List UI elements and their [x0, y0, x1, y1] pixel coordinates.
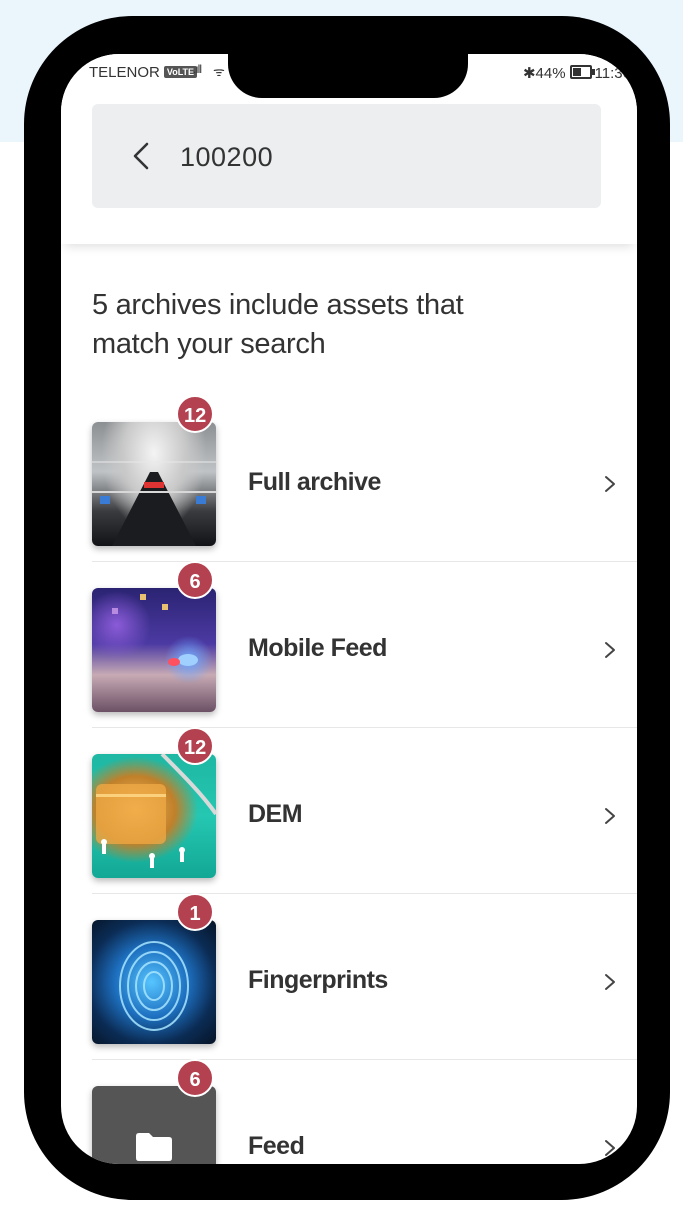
search-bar[interactable]: 100200 [92, 104, 601, 208]
status-right: ✱44% 11:36 [523, 64, 631, 82]
archive-name: Feed [248, 1132, 305, 1160]
battery-icon [569, 65, 595, 79]
wifi-icon: ᯤ [213, 64, 225, 79]
archive-row-feed[interactable]: 6 Feed [92, 1059, 637, 1164]
phone-notch [228, 46, 468, 98]
honey-jar-image [96, 754, 216, 868]
app-screen: TELENOR VoLTE .ıll ᯤ ✱44% 11:36 100200 5 a… [61, 54, 637, 1164]
night-city-lights-image [112, 594, 198, 666]
back-arrow-icon[interactable] [122, 136, 162, 176]
asset-count-badge: 1 [176, 893, 214, 931]
archive-name: DEM [248, 800, 303, 828]
archive-thumbnail [92, 422, 216, 546]
archive-thumbnail [92, 588, 216, 712]
results-title-text: 5 archives include assets that match you… [92, 289, 464, 360]
archive-name: Mobile Feed [248, 634, 387, 662]
archive-row-full-archive[interactable]: 12 Full archive [92, 395, 637, 562]
fingerprint-image [119, 941, 189, 1031]
archive-row-dem[interactable]: 12 DEM [92, 727, 637, 894]
archive-row-mobile-feed[interactable]: 6 Mobile Feed [92, 561, 637, 728]
search-query[interactable]: 100200 [180, 142, 273, 173]
chevron-right-icon [605, 642, 615, 658]
carrier-label: TELENOR VoLTE [89, 64, 198, 81]
chevron-right-icon [605, 974, 615, 990]
clock: 11:36 [594, 65, 631, 82]
results-title: 5 archives include assets that match you… [92, 286, 472, 364]
archive-name: Full archive [248, 468, 381, 496]
carrier-name: TELENOR [89, 64, 160, 81]
asset-count-badge: 12 [176, 395, 215, 433]
chevron-right-icon [605, 808, 615, 824]
folder-icon [136, 1133, 172, 1161]
asset-count-badge: 12 [176, 727, 215, 765]
archive-thumbnail [92, 920, 216, 1044]
chevron-right-icon [605, 1140, 615, 1156]
battery-percent: 44% [535, 65, 566, 82]
archive-list: 12 Full archive 6 Mobile Feed 12 DEM 1 F… [92, 395, 637, 1164]
asset-count-badge: 6 [176, 1059, 214, 1097]
archive-row-fingerprints[interactable]: 1 Fingerprints [92, 893, 637, 1060]
archive-name: Fingerprints [248, 966, 388, 994]
asset-count-badge: 6 [176, 561, 214, 599]
airport-terminal-image [92, 461, 216, 546]
archive-thumbnail [92, 1086, 216, 1164]
chevron-right-icon [605, 476, 615, 492]
bluetooth-icon: ✱ [522, 65, 536, 82]
signal-icon: .ıll [193, 62, 202, 76]
archive-thumbnail [92, 754, 216, 878]
